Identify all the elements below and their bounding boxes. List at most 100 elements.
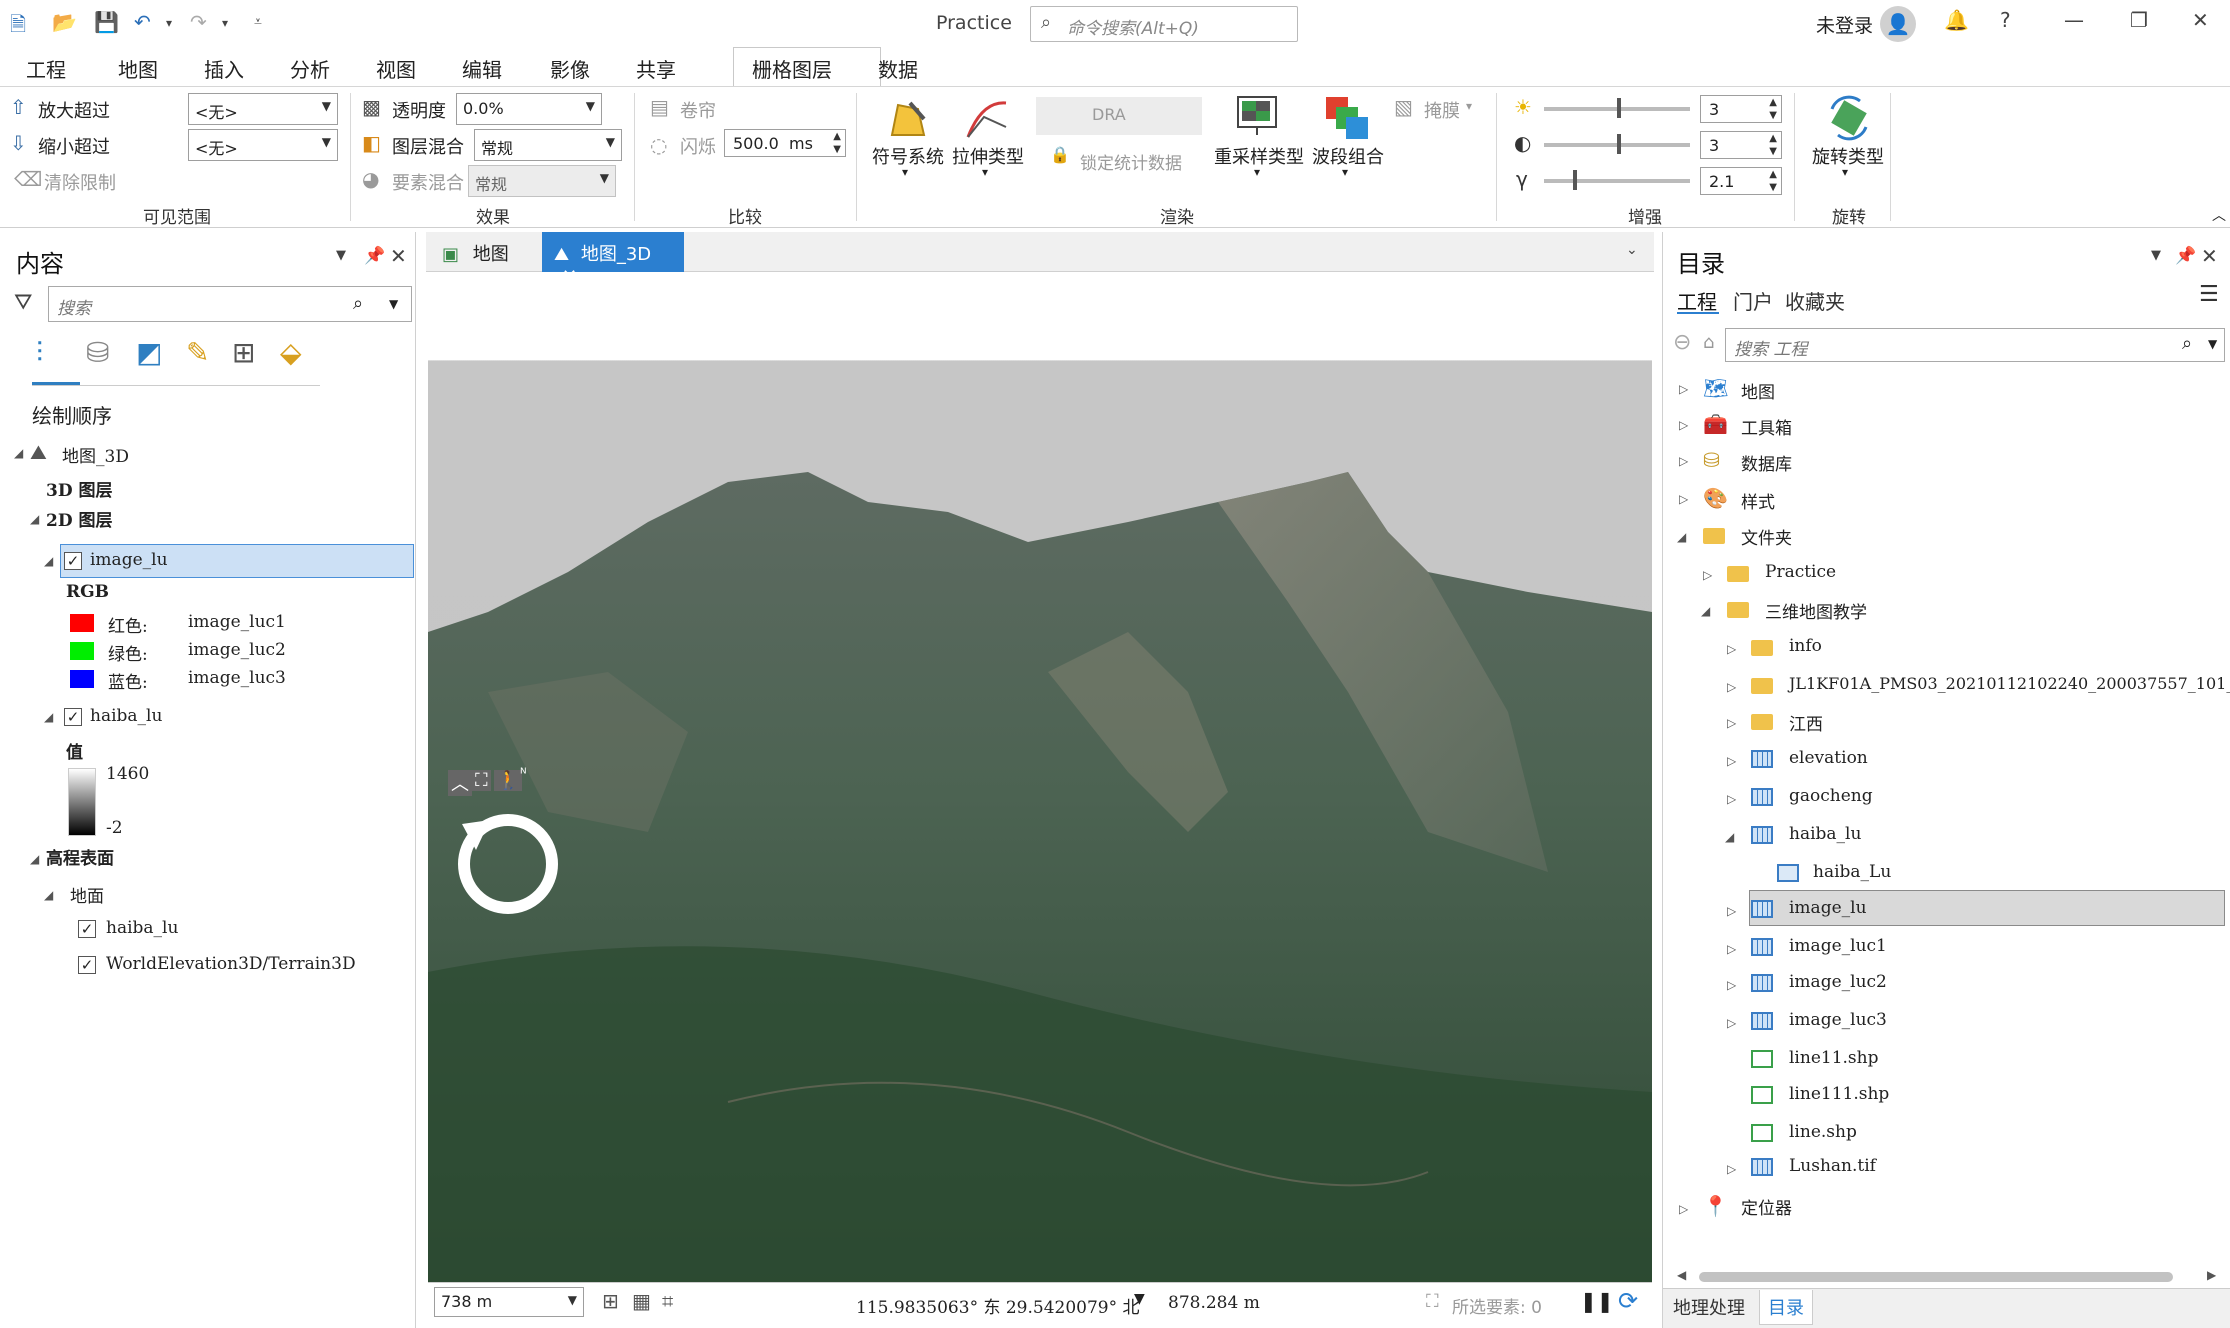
expand-triangle-icon[interactable]: ▷ xyxy=(1727,642,1736,656)
catalog-item-image-luc2[interactable]: image_luc2 xyxy=(1789,972,1887,992)
expand-triangle-icon[interactable]: ▷ xyxy=(1679,382,1688,396)
catalog-tab-project[interactable]: 工程 xyxy=(1677,286,1717,315)
search-icon[interactable]: ⌕ xyxy=(353,293,363,314)
chevron-down-icon[interactable]: ▾ xyxy=(1254,165,1260,179)
close-pane-icon[interactable]: ✕ xyxy=(390,244,407,268)
expand-triangle-icon[interactable]: ▷ xyxy=(1679,492,1688,506)
transparency-input[interactable]: 0.0% ▼ xyxy=(456,93,602,125)
feature-blend-dropdown[interactable]: 常规 ▼ xyxy=(468,165,616,197)
gamma-slider-knob[interactable] xyxy=(1573,170,1578,190)
scale-dropdown[interactable]: 738 m ▼ xyxy=(434,1287,584,1317)
refresh-icon[interactable]: ⟳ xyxy=(1618,1287,1638,1315)
chevron-down-icon[interactable]: ▾ xyxy=(1466,99,1472,113)
expand-triangle-icon[interactable]: ▷ xyxy=(1727,792,1736,806)
catalog-item-elevation[interactable]: elevation xyxy=(1789,748,1868,768)
contrast-input[interactable]: 3 ▲ ▼ xyxy=(1700,131,1782,159)
scroll-right-icon[interactable]: ▶ xyxy=(2207,1268,2216,1282)
tab-raster-layer[interactable]: 栅格图层 xyxy=(752,54,832,83)
tab-map[interactable]: 地图 xyxy=(118,54,158,83)
expand-triangle-icon[interactable]: ▷ xyxy=(1727,904,1736,918)
expand-triangle-icon[interactable]: ▷ xyxy=(1727,942,1736,956)
notifications-bell-icon[interactable]: 🔔 xyxy=(1944,8,1969,32)
expand-triangle-icon[interactable]: ▷ xyxy=(1727,754,1736,768)
collapse-triangle-icon[interactable]: ◢ xyxy=(1701,604,1710,618)
tab-analysis[interactable]: 分析 xyxy=(290,54,330,83)
terrain-scene[interactable] xyxy=(428,272,1652,1282)
layer-visibility-checkbox[interactable]: ✓ xyxy=(64,708,82,726)
full-extent-icon[interactable]: ⛶ xyxy=(472,770,491,791)
catalog-item-gaocheng[interactable]: gaocheng xyxy=(1789,786,1873,806)
catalog-item-info[interactable]: info xyxy=(1789,636,1822,656)
mask-button[interactable]: 掩膜 xyxy=(1424,97,1460,123)
collapse-triangle-icon[interactable]: ◢ xyxy=(30,852,39,866)
catalog-item-jiangxi[interactable]: 江西 xyxy=(1789,710,1823,735)
green-swatch[interactable] xyxy=(70,642,94,660)
spinner-arrows-icon[interactable]: ▲ ▼ xyxy=(833,130,841,156)
list-by-snapping-icon[interactable]: ⊞ xyxy=(232,336,255,369)
collapse-triangle-icon[interactable]: ◢ xyxy=(44,554,53,568)
clear-limits-label[interactable]: 清除限制 xyxy=(44,169,116,195)
save-icon[interactable]: 💾 xyxy=(94,10,119,34)
new-project-icon[interactable]: 🗎 xyxy=(10,10,26,44)
pause-drawing-icon[interactable]: ❚❚ xyxy=(1580,1289,1614,1313)
swipe-label[interactable]: 卷帘 xyxy=(680,97,716,123)
catalog-item-maps[interactable]: 地图 xyxy=(1741,378,1775,403)
contrast-slider-knob[interactable] xyxy=(1617,134,1621,154)
tab-map-3d[interactable]: ⛰ 地图_3D ✕ xyxy=(542,232,684,287)
tab-insert[interactable]: 插入 xyxy=(204,54,244,83)
catalog-item-haiba-lu[interactable]: haiba_lu xyxy=(1789,824,1861,844)
tab-geoprocessing[interactable]: 地理处理 xyxy=(1673,1294,1745,1320)
help-icon[interactable]: ? xyxy=(2000,8,2011,32)
search-icon[interactable]: ⌕ xyxy=(2182,333,2192,354)
tab-map-2d[interactable]: ▣ 地图 xyxy=(430,232,530,272)
home-icon[interactable]: ⌂ xyxy=(1703,332,1714,353)
red-swatch[interactable] xyxy=(70,614,94,632)
horizontal-scrollbar[interactable] xyxy=(1699,1272,2173,1282)
brightness-input[interactable]: 3 ▲ ▼ xyxy=(1700,95,1782,123)
catalog-item-image-luc1[interactable]: image_luc1 xyxy=(1789,936,1887,956)
chevron-down-icon[interactable]: ▾ xyxy=(902,165,908,179)
chevron-down-icon[interactable]: ▼ xyxy=(2208,337,2217,351)
catalog-tab-portal[interactable]: 门户 xyxy=(1733,286,1773,315)
table-icon[interactable]: ▦ xyxy=(632,1289,651,1313)
elevation-surfaces-node[interactable]: 高程表面 xyxy=(46,844,114,869)
catalog-item-jl1kf01a[interactable]: JL1KF01A_PMS03_20210112102240_200037557_… xyxy=(1789,674,2230,693)
layer-visibility-checkbox[interactable]: ✓ xyxy=(64,552,82,570)
catalog-item-line111[interactable]: line111.shp xyxy=(1789,1084,1889,1104)
collapse-triangle-icon[interactable]: ◢ xyxy=(30,512,39,526)
first-person-icon[interactable]: 🚶 xyxy=(494,770,523,791)
surface-visibility-checkbox[interactable]: ✓ xyxy=(78,920,96,938)
zoom-in-beyond-label[interactable]: 放大超过 xyxy=(38,97,110,123)
layer-blend-dropdown[interactable]: 常规 ▼ xyxy=(474,129,622,161)
list-by-drawing-order-icon[interactable]: ⫶ xyxy=(36,336,43,370)
hamburger-menu-icon[interactable]: ☰ xyxy=(2199,282,2219,307)
blue-swatch[interactable] xyxy=(70,670,94,688)
zoom-out-beyond-label[interactable]: 缩小超过 xyxy=(38,133,110,159)
back-icon[interactable]: ⊖ xyxy=(1673,330,1691,355)
catalog-item-image-luc3[interactable]: image_luc3 xyxy=(1789,1010,1887,1030)
redo-dropdown-icon[interactable]: ▾ xyxy=(222,16,228,30)
expand-triangle-icon[interactable]: ▷ xyxy=(1727,680,1736,694)
max-scale-dropdown[interactable]: <无> ▼ xyxy=(188,129,338,161)
lock-statistics-button[interactable]: 锁定统计数据 xyxy=(1080,149,1182,174)
collapse-triangle-icon[interactable]: ◢ xyxy=(44,710,53,724)
close-pane-icon[interactable]: ✕ xyxy=(2201,244,2218,268)
flicker-label[interactable]: 闪烁 xyxy=(680,133,716,159)
minimize-icon[interactable]: — xyxy=(2064,8,2084,32)
tab-share[interactable]: 共享 xyxy=(636,54,676,83)
chevron-down-icon[interactable]: ▼ xyxy=(389,297,398,311)
catalog-item-line11[interactable]: line11.shp xyxy=(1789,1048,1878,1068)
pin-icon[interactable]: 📌 xyxy=(364,246,385,266)
restore-icon[interactable]: ❐ xyxy=(2130,8,2148,32)
contrast-slider[interactable] xyxy=(1544,134,1690,154)
catalog-item-line[interactable]: line.shp xyxy=(1789,1122,1857,1142)
expand-triangle-icon[interactable]: ▷ xyxy=(1727,1016,1736,1030)
list-by-source-icon[interactable]: ⛁ xyxy=(86,336,109,369)
undo-dropdown-icon[interactable]: ▾ xyxy=(166,16,172,30)
catalog-item-image-lu[interactable]: image_lu xyxy=(1789,898,1867,918)
image-lu-layer[interactable]: image_lu xyxy=(90,550,168,570)
collapse-triangle-icon[interactable]: ◢ xyxy=(1677,530,1686,544)
open-project-icon[interactable]: 📂 xyxy=(52,10,77,34)
scroll-left-icon[interactable]: ◀ xyxy=(1677,1268,1686,1282)
ground-source-worldelevation[interactable]: WorldElevation3D/Terrain3D xyxy=(106,954,356,974)
